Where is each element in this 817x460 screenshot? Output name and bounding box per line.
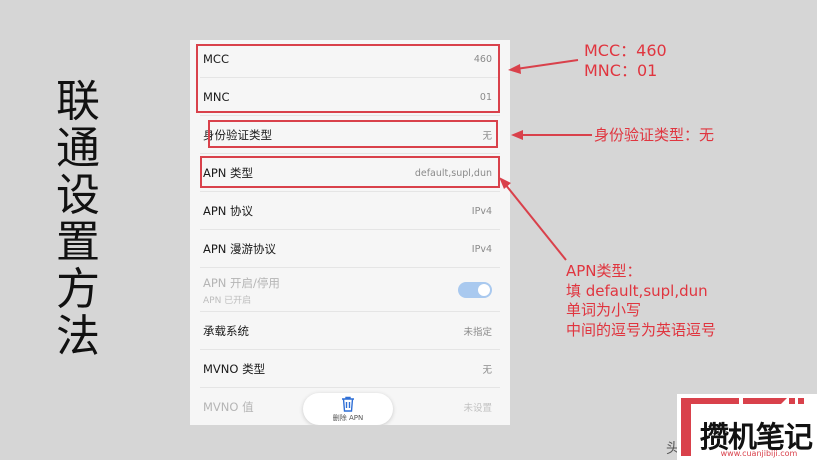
row-value: 无 <box>482 365 492 376</box>
note-line: APN类型： <box>566 262 642 280</box>
title-char: 法 <box>56 311 100 362</box>
arrowhead-auth <box>511 130 523 140</box>
trash-icon <box>342 396 354 412</box>
delete-apn-button[interactable]: 删除 APN <box>303 393 393 425</box>
slide-title: 联 通 设 置 方 法 <box>52 78 104 360</box>
title-char: 设 <box>56 170 100 221</box>
row-label: APN 协议 <box>203 204 254 218</box>
settings-row-mvno-type[interactable]: MVNO 类型 无 <box>190 350 510 388</box>
row-label: APN 漫游协议 <box>203 242 277 256</box>
arrow-mcc-mnc <box>515 59 579 70</box>
row-text: APN 开启/停用 APN 已开启 <box>203 275 280 306</box>
highlight-apn-type <box>200 156 500 188</box>
row-label: 承载系统 <box>203 324 249 338</box>
note-line: 填 default,supl,dun <box>566 281 708 300</box>
logo-url: www.cuanjibiji.com <box>720 449 798 458</box>
row-label: APN 开启/停用 <box>203 275 280 290</box>
settings-row-apn-protocol[interactable]: APN 协议 IPv4 <box>190 192 510 230</box>
note-apn-type: APN类型： 填 default,supl,dun 单词为小写 中间的逗号为英语… <box>566 262 716 340</box>
apn-enable-toggle[interactable] <box>458 282 492 298</box>
settings-row-apn-enable[interactable]: APN 开启/停用 APN 已开启 <box>190 268 510 312</box>
title-char: 通 <box>56 123 100 174</box>
row-sublabel: APN 已开启 <box>203 295 252 306</box>
highlight-mcc-mnc <box>196 44 500 113</box>
row-label: MVNO 值 <box>203 399 254 414</box>
row-value: IPv4 <box>471 243 492 255</box>
note-line: MNC：01 <box>584 61 658 80</box>
note-line: 中间的逗号为英语逗号 <box>566 320 717 339</box>
row-value: 未设置 <box>463 402 492 414</box>
title-char: 联 <box>56 76 100 127</box>
delete-apn-label: 删除 APN <box>332 413 364 422</box>
title-char: 置 <box>56 217 100 268</box>
row-label: MVNO 类型 <box>203 362 266 376</box>
note-line: 单词为小写 <box>566 301 642 319</box>
toggle-knob <box>478 284 490 296</box>
settings-row-roaming-protocol[interactable]: APN 漫游协议 IPv4 <box>190 230 510 268</box>
note-line: 身份验证类型：无 <box>594 126 715 144</box>
arrow-apn-type <box>504 183 567 261</box>
highlight-auth-type <box>208 120 498 148</box>
row-value: 未指定 <box>463 327 492 338</box>
settings-row-bearer[interactable]: 承载系统 未指定 <box>190 312 510 350</box>
note-mcc-mnc: MCC：460 MNC：01 <box>584 41 667 81</box>
title-char: 方 <box>56 264 100 315</box>
note-line: MCC：460 <box>584 41 667 60</box>
row-value: IPv4 <box>471 205 492 217</box>
watermark-logo: 攒机笔记 www.cuanjibiji.com <box>677 394 817 460</box>
note-auth: 身份验证类型：无 <box>594 126 714 145</box>
